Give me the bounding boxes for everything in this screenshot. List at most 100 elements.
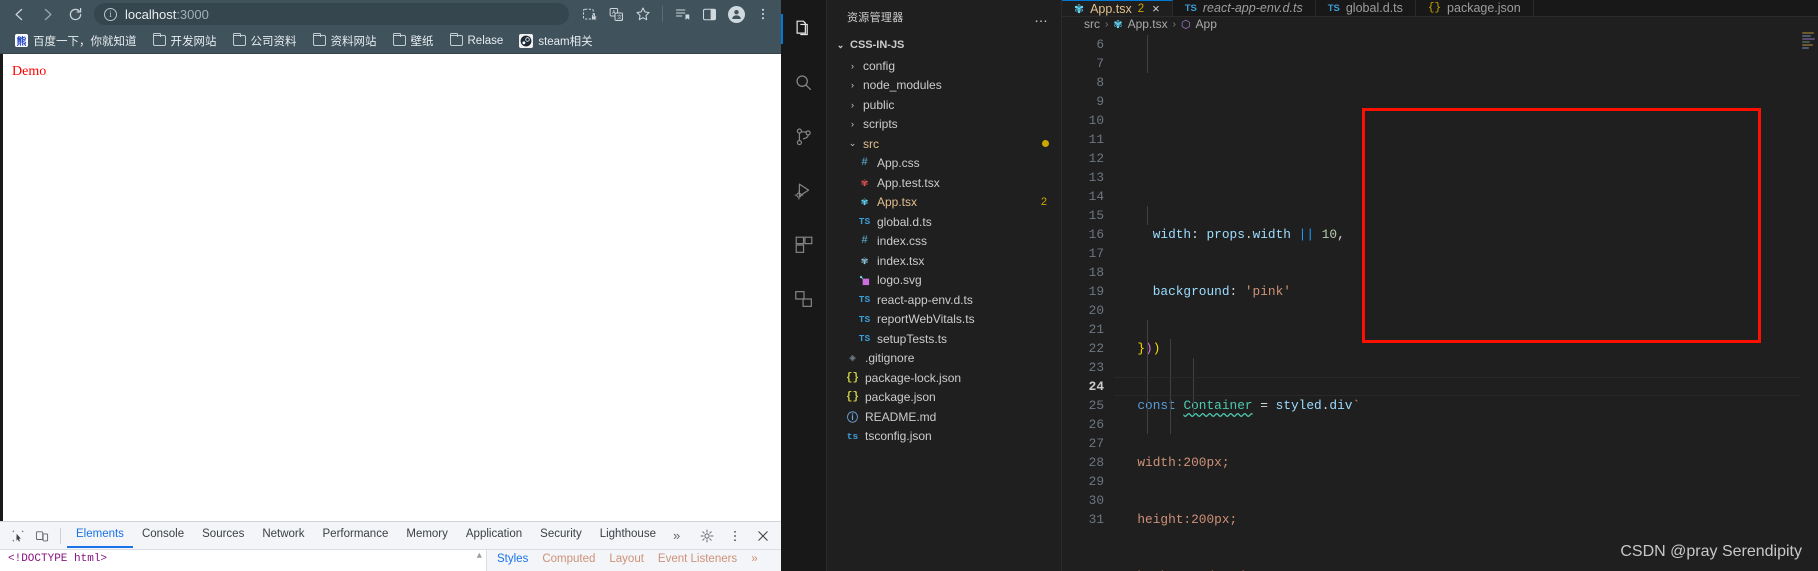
breadcrumb-file[interactable]: App.tsx bbox=[1128, 17, 1168, 31]
back-button[interactable] bbox=[6, 1, 32, 27]
tree-file-tsconfig-json[interactable]: ts tsconfig.json bbox=[827, 427, 1061, 447]
devtools-kebab-icon[interactable] bbox=[723, 525, 747, 547]
bookmark-item-doc-sites[interactable]: 资料网站 bbox=[306, 31, 384, 51]
line-number: 11 bbox=[1088, 132, 1104, 147]
scroll-up-icon[interactable]: ▲ bbox=[477, 551, 482, 561]
tree-folder-src[interactable]: ⌄ src bbox=[827, 134, 1061, 154]
settings-gear-icon[interactable] bbox=[695, 525, 719, 547]
testing-icon[interactable] bbox=[781, 280, 827, 318]
bookmark-item-dev-sites[interactable]: 开发网站 bbox=[146, 31, 224, 51]
tree-file-package-json[interactable]: {} package.json bbox=[827, 388, 1061, 408]
explorer-icon[interactable] bbox=[780, 10, 827, 48]
modified-indicator-dot bbox=[1042, 140, 1049, 148]
side-panel-icon[interactable] bbox=[697, 2, 721, 26]
toolbar-divider bbox=[662, 6, 663, 22]
line-number: 10 bbox=[1088, 113, 1104, 128]
devtools-tab-sources[interactable]: Sources bbox=[193, 523, 253, 548]
folder-icon bbox=[232, 33, 246, 46]
close-icon[interactable]: × bbox=[1152, 1, 1160, 16]
tree-file-index-tsx[interactable]: ✾ index.tsx bbox=[827, 251, 1061, 271]
breadcrumb-symbol[interactable]: App bbox=[1196, 17, 1217, 31]
breadcrumb-src[interactable]: src bbox=[1084, 17, 1100, 31]
tree-label: package.json bbox=[865, 390, 936, 405]
devtools-tab-elements[interactable]: Elements bbox=[67, 523, 133, 548]
devtools-tab-network[interactable]: Network bbox=[253, 523, 313, 548]
styles-tab-computed[interactable]: Computed bbox=[542, 553, 595, 565]
device-toolbar-icon[interactable] bbox=[30, 525, 54, 547]
chrome-menu-icon[interactable] bbox=[751, 2, 775, 26]
site-info-icon[interactable]: i bbox=[104, 7, 117, 21]
search-icon[interactable] bbox=[781, 64, 827, 102]
tree-file-global-d-ts[interactable]: TS global.d.ts bbox=[827, 212, 1061, 232]
bookmark-item-baidu[interactable]: 熊 百度一下，你就知道 bbox=[8, 31, 144, 51]
workspace-folder-header[interactable]: ⌄ CSS-IN-JS bbox=[827, 34, 1061, 56]
tree-file-readme-md[interactable]: ⓘ README.md bbox=[827, 407, 1061, 427]
editor-scrollbar[interactable] bbox=[1804, 86, 1818, 126]
editor-tab-global-d-ts[interactable]: TS global.d.ts bbox=[1315, 0, 1416, 16]
tree-file-report-web-vitals-ts[interactable]: TS reportWebVitals.ts bbox=[827, 310, 1061, 330]
devtools-tab-performance[interactable]: Performance bbox=[314, 523, 398, 548]
ts-file-icon: TS bbox=[858, 313, 871, 325]
tree-file-gitignore[interactable]: ◈ .gitignore bbox=[827, 349, 1061, 369]
code-text-area[interactable]: width: props.width || 10, background: 'p… bbox=[1114, 31, 1818, 571]
tree-file-app-tsx[interactable]: ✾ App.tsx 2 bbox=[827, 193, 1061, 213]
chevron-right-icon: › bbox=[851, 80, 854, 91]
install-app-icon[interactable] bbox=[577, 2, 601, 26]
styles-more-icon[interactable]: » bbox=[751, 553, 757, 565]
devtools-tab-security[interactable]: Security bbox=[531, 523, 591, 548]
source-control-icon[interactable] bbox=[781, 118, 827, 156]
tree-file-index-css[interactable]: # index.css bbox=[827, 232, 1061, 252]
devtools-more-tabs-icon[interactable]: » bbox=[665, 528, 688, 543]
tree-folder-node-modules[interactable]: › node_modules bbox=[827, 76, 1061, 96]
ts-file-icon: TS bbox=[858, 333, 871, 345]
bookmark-item-wallpaper[interactable]: 壁纸 bbox=[386, 31, 441, 51]
translate-icon[interactable]: A文 bbox=[604, 2, 628, 26]
line-number: 20 bbox=[1088, 303, 1104, 318]
styles-tab-event-listeners[interactable]: Event Listeners bbox=[658, 553, 737, 565]
devtools-tab-console[interactable]: Console bbox=[133, 523, 193, 548]
close-icon[interactable] bbox=[751, 525, 775, 547]
devtools-tab-application[interactable]: Application bbox=[457, 523, 531, 548]
bookmark-item-relase[interactable]: Relase bbox=[443, 33, 511, 49]
line-number-current: 24 bbox=[1088, 379, 1104, 394]
dom-tree-pane[interactable]: <!DOCTYPE html> ▲ bbox=[0, 550, 486, 571]
tree-file-react-app-env-d-ts[interactable]: TS react-app-env.d.ts bbox=[827, 290, 1061, 310]
address-bar[interactable]: i localhost:3000 bbox=[94, 3, 569, 25]
tree-file-app-test-tsx[interactable]: ✾ App.test.tsx bbox=[827, 173, 1061, 193]
tree-folder-config[interactable]: › config bbox=[827, 56, 1061, 76]
run-and-debug-icon[interactable] bbox=[781, 172, 827, 210]
bookmark-item-steam[interactable]: steam相关 bbox=[512, 31, 599, 51]
tree-file-package-lock-json[interactable]: {} package-lock.json bbox=[827, 368, 1061, 388]
indent-guide bbox=[1147, 320, 1148, 434]
devtools-tab-lighthouse[interactable]: Lighthouse bbox=[591, 523, 665, 548]
styles-tab-layout[interactable]: Layout bbox=[609, 553, 644, 565]
extensions-icon[interactable] bbox=[781, 226, 827, 264]
bookmark-item-company-docs[interactable]: 公司资料 bbox=[226, 31, 304, 51]
editor-tab-package-json[interactable]: {} package.json bbox=[1415, 0, 1534, 16]
inspect-element-icon[interactable] bbox=[6, 525, 30, 547]
tab-problem-badge: 2 bbox=[1137, 2, 1145, 15]
tree-file-app-css[interactable]: # App.css bbox=[827, 154, 1061, 174]
editor-tab-app-tsx[interactable]: ✾ App.tsx 2 × bbox=[1062, 0, 1173, 16]
reading-list-icon[interactable] bbox=[670, 2, 694, 26]
tree-file-setup-tests-ts[interactable]: TS setupTests.ts bbox=[827, 329, 1061, 349]
tree-folder-public[interactable]: › public bbox=[827, 95, 1061, 115]
bookmark-star-icon[interactable] bbox=[631, 2, 655, 26]
line-number: 14 bbox=[1088, 189, 1104, 204]
code-editor[interactable]: 6 7 8 9 10 11 12 13 14 15 16 17 18 19 20… bbox=[1062, 31, 1818, 571]
line-number: 16 bbox=[1088, 227, 1104, 242]
profile-avatar-icon[interactable] bbox=[724, 2, 748, 26]
tree-label: global.d.ts bbox=[877, 214, 932, 229]
tree-folder-scripts[interactable]: › scripts bbox=[827, 115, 1061, 135]
workspace-folder-name: CSS-IN-JS bbox=[850, 39, 905, 51]
explorer-more-actions-icon[interactable]: … bbox=[1034, 9, 1049, 24]
tree-label: index.tsx bbox=[877, 253, 925, 268]
tree-file-logo-svg[interactable]: logo.svg bbox=[827, 271, 1061, 291]
styles-tab-styles[interactable]: Styles bbox=[497, 553, 528, 565]
forward-button[interactable] bbox=[34, 1, 60, 27]
editor-tab-react-app-env-d-ts[interactable]: TS react-app-env.d.ts bbox=[1172, 0, 1316, 16]
reload-button[interactable] bbox=[62, 1, 88, 27]
line-number: 17 bbox=[1088, 246, 1104, 261]
code-line-10: width:200px; bbox=[1122, 455, 1230, 470]
devtools-tab-memory[interactable]: Memory bbox=[397, 523, 457, 548]
